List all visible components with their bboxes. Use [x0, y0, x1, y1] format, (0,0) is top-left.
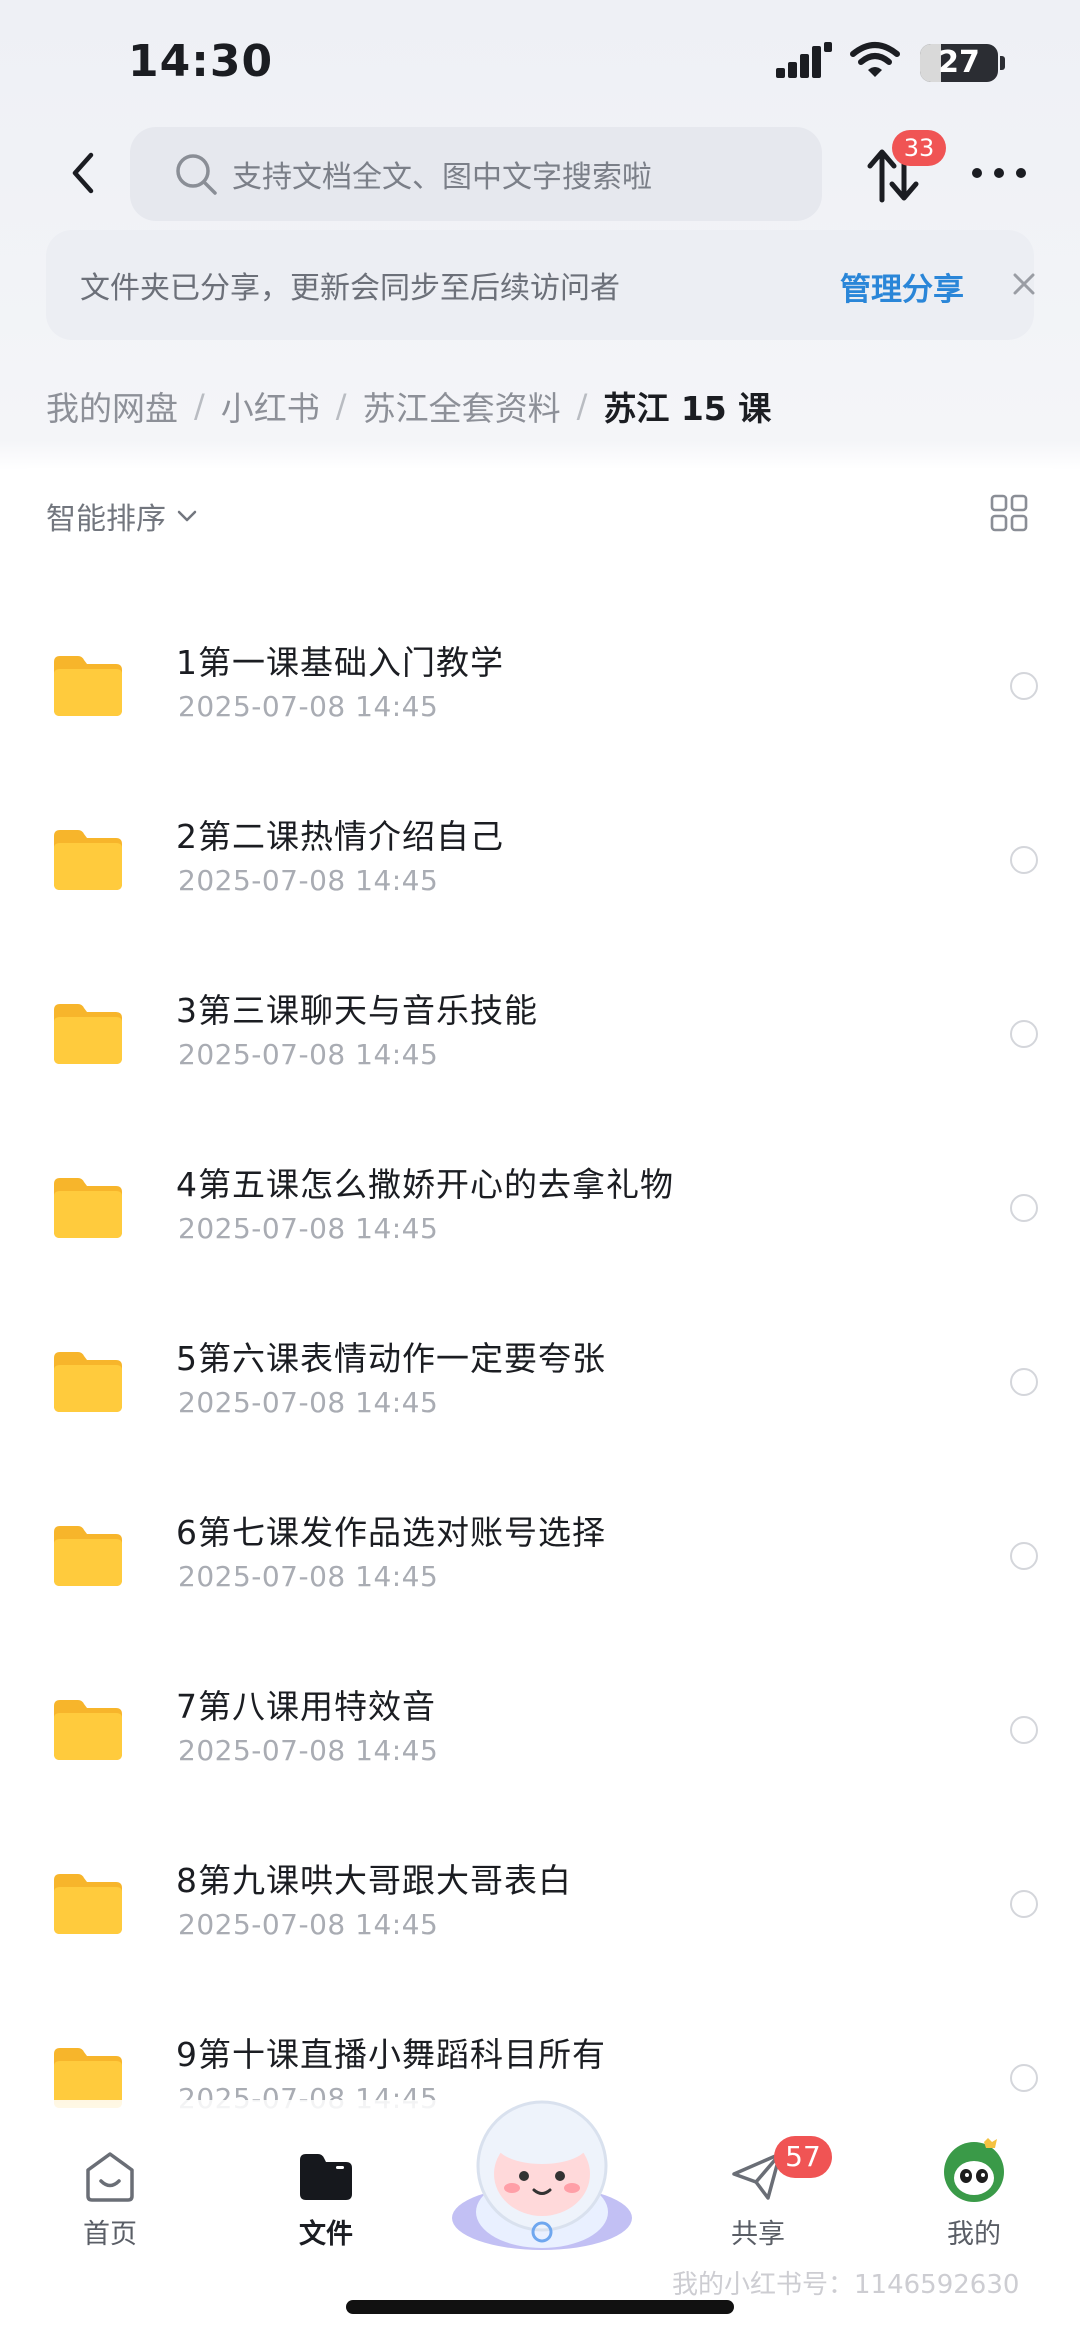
close-icon[interactable]: [1006, 266, 1042, 302]
nav-share-label: 共享: [731, 2219, 785, 2250]
more-dot-icon: [972, 168, 982, 178]
folder-name: 3第三课聊天与音乐技能: [176, 991, 538, 1030]
breadcrumb-separator: /: [335, 387, 347, 425]
grid-view-icon[interactable]: [990, 494, 1028, 532]
folder-name: 4第五课怎么撒娇开心的去拿礼物: [176, 1165, 674, 1204]
more-dot-icon: [1016, 168, 1026, 178]
battery-tip: [1000, 56, 1005, 70]
share-notice-text: 文件夹已分享，更新会同步至后续访问者: [80, 271, 620, 306]
folder-name: 5第六课表情动作一定要夸张: [176, 1339, 606, 1378]
chevron-down-icon: [177, 510, 197, 522]
breadcrumb-current: 苏江 15 课: [603, 389, 772, 428]
back-button[interactable]: [58, 144, 108, 202]
more-options-button[interactable]: [972, 158, 1026, 188]
folder-date: 2025-07-08 14:45: [178, 1038, 439, 1071]
folder-icon: [54, 1874, 122, 1934]
breadcrumb-separator: /: [194, 387, 205, 425]
cellular-signal-icon: [776, 42, 832, 78]
folder-filled-icon: [300, 2154, 352, 2200]
select-checkbox[interactable]: [1010, 1890, 1038, 1918]
nav-files-label: 文件: [299, 2219, 353, 2250]
folder-icon: [54, 656, 122, 716]
list-item[interactable]: 4第五课怎么撒娇开心的去拿礼物 2025-07-08 14:45: [0, 1138, 1080, 1312]
transfer-count-badge: 33: [892, 130, 946, 166]
folder-icon: [54, 1352, 122, 1412]
list-item[interactable]: 2第二课热情介绍自己 2025-07-08 14:45: [0, 790, 1080, 964]
breadcrumb-item-xiaohongshu[interactable]: 小红书: [221, 382, 320, 430]
wifi-icon: [850, 42, 900, 77]
breadcrumb-item-my-drive[interactable]: 我的网盘: [46, 382, 178, 430]
nav-mine-tab[interactable]: 我的: [914, 2136, 1034, 2251]
home-indicator: [346, 2300, 734, 2314]
status-bar: 14:30 27: [0, 0, 1080, 120]
folder-date: 2025-07-08 14:45: [178, 1386, 439, 1419]
chevron-left-icon: [72, 152, 94, 194]
select-checkbox[interactable]: [1010, 1194, 1038, 1222]
search-icon: [176, 154, 217, 195]
list-item[interactable]: 7第八课用特效音 2025-07-08 14:45: [0, 1660, 1080, 1834]
folder-icon: [54, 830, 122, 890]
folder-name: 1第一课基础入门教学: [176, 643, 504, 682]
battery-level-text: 27: [938, 45, 980, 80]
list-item[interactable]: 6第七课发作品选对账号选择 2025-07-08 14:45: [0, 1486, 1080, 1660]
manage-share-link[interactable]: 管理分享: [840, 264, 964, 309]
more-dot-icon: [994, 168, 1004, 178]
nav-home-label: 首页: [83, 2219, 137, 2250]
folder-name: 8第九课哄大哥跟大哥表白: [176, 1861, 572, 1900]
folder-name: 2第二课热情介绍自己: [176, 817, 504, 856]
sort-dropdown[interactable]: 智能排序: [46, 494, 200, 538]
folder-date: 2025-07-08 14:45: [178, 1734, 439, 1767]
share-count-badge: 57: [774, 2136, 832, 2178]
list-item[interactable]: 3第三课聊天与音乐技能 2025-07-08 14:45: [0, 964, 1080, 1138]
breadcrumb-separator: /: [576, 387, 588, 425]
nav-mine-label: 我的: [947, 2219, 1001, 2250]
folder-name: 7第八课用特效音: [176, 1687, 436, 1726]
watermark-text: 我的小红书号：1146592630: [672, 2270, 1020, 2300]
folder-date: 2025-07-08 14:45: [178, 690, 439, 723]
folder-name: 6第七课发作品选对账号选择: [176, 1513, 606, 1552]
select-checkbox[interactable]: [1010, 1716, 1038, 1744]
search-placeholder: 支持文档全文、图中文字搜索啦: [232, 160, 652, 195]
avatar: [944, 2138, 1004, 2202]
folder-name: 9第十课直播小舞蹈科目所有: [176, 2035, 606, 2074]
breadcrumb-item-sujiang-materials[interactable]: 苏江全套资料: [363, 382, 561, 430]
select-checkbox[interactable]: [1010, 2064, 1038, 2092]
sort-label: 智能排序: [46, 502, 166, 537]
battery-indicator: 27: [920, 44, 998, 82]
folder-icon: [54, 1004, 122, 1064]
search-input[interactable]: 支持文档全文、图中文字搜索啦: [130, 127, 822, 221]
status-time: 14:30: [128, 36, 274, 87]
list-item[interactable]: 5第六课表情动作一定要夸张 2025-07-08 14:45: [0, 1312, 1080, 1486]
select-checkbox[interactable]: [1010, 672, 1038, 700]
list-item[interactable]: 1第一课基础入门教学 2025-07-08 14:45: [0, 616, 1080, 790]
home-icon: [86, 2152, 134, 2202]
folder-icon: [54, 1700, 122, 1760]
folder-date: 2025-07-08 14:45: [178, 1908, 439, 1941]
select-checkbox[interactable]: [1010, 846, 1038, 874]
select-checkbox[interactable]: [1010, 1020, 1038, 1048]
select-checkbox[interactable]: [1010, 1542, 1038, 1570]
folder-date: 2025-07-08 14:45: [178, 864, 439, 897]
folder-date: 2025-07-08 14:45: [178, 1212, 439, 1245]
folder-date: 2025-07-08 14:45: [178, 1560, 439, 1593]
nav-home-tab[interactable]: 首页: [50, 2148, 170, 2251]
select-checkbox[interactable]: [1010, 1368, 1038, 1396]
folder-icon: [54, 1178, 122, 1238]
folder-icon: [54, 1526, 122, 1586]
share-notice-banner: 文件夹已分享，更新会同步至后续访问者 管理分享: [46, 230, 1035, 340]
nav-files-tab[interactable]: 文件: [266, 2148, 386, 2251]
list-item[interactable]: 8第九课哄大哥跟大哥表白 2025-07-08 14:45: [0, 1834, 1080, 2008]
assistant-mascot-button[interactable]: [448, 2090, 636, 2260]
breadcrumb: 我的网盘 / 小红书 / 苏江全套资料 / 苏江 15 课: [46, 382, 771, 430]
